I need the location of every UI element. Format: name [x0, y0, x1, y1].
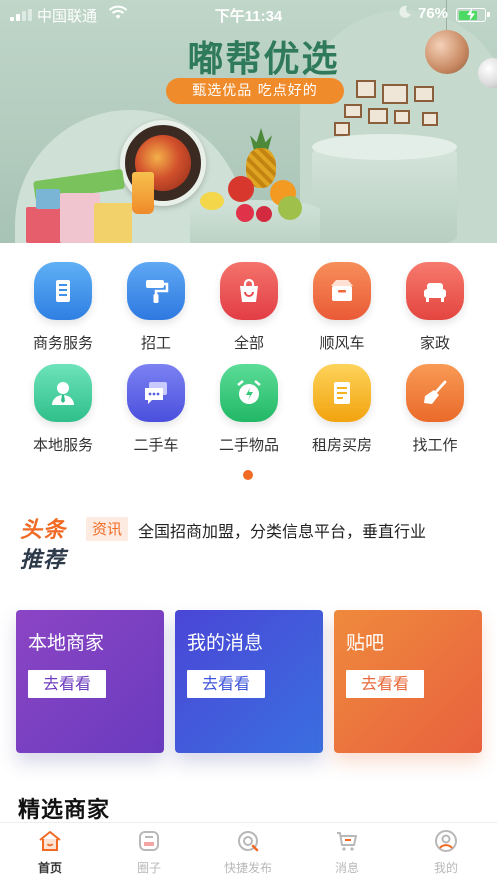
category-label: 二手车: [133, 436, 179, 454]
category-label: 全部: [233, 334, 264, 352]
quick-publish-icon: [238, 831, 259, 852]
category-housekeeping[interactable]: 家政: [389, 262, 479, 354]
tab-label: 首页: [37, 861, 62, 875]
category-label: 找工作: [412, 436, 458, 454]
bottom-tab-bar: 首页 圈子 快捷发布 消息 我的: [0, 822, 497, 883]
moon-icon: [399, 5, 411, 18]
card-title: 贴吧: [346, 632, 385, 654]
headline-logo-top: 头条: [20, 518, 67, 543]
banner-subtitle: 甄选优品 吃点好的: [166, 78, 344, 104]
category-label: 本地服务: [32, 436, 93, 454]
box-icon: [313, 262, 371, 320]
charging-bolt-icon: [467, 8, 475, 21]
kiwi-icon: [278, 196, 302, 220]
category-grid: 商务服务 招工 全部 顺风车 家政 本地服务 二手车 二手物品 租房买房 找工作: [0, 258, 497, 458]
shopping-bag-icon: [220, 262, 278, 320]
category-used-goods[interactable]: 二手物品: [203, 364, 293, 456]
tab-messages[interactable]: 消息: [307, 829, 387, 881]
card-title: 我的消息: [187, 632, 264, 654]
tab-quick-publish[interactable]: 快捷发布: [208, 829, 288, 881]
user-icon: [435, 830, 457, 852]
go-see-button[interactable]: 去看看: [28, 670, 106, 698]
category-hire-workers[interactable]: 招工: [110, 262, 200, 354]
battery-percent: 76%: [418, 5, 449, 22]
forum-card[interactable]: 贴吧 去看看: [334, 610, 482, 753]
category-all[interactable]: 全部: [203, 262, 293, 354]
battery-icon: [456, 8, 490, 22]
headline-text[interactable]: 全国招商加盟，分类信息平台，垂直行业: [138, 518, 426, 542]
building-icon: [34, 262, 92, 320]
go-see-button[interactable]: 去看看: [346, 670, 424, 698]
person-icon: [34, 364, 92, 422]
paint-roller-icon: [127, 262, 185, 320]
tab-label: 圈子: [136, 861, 161, 875]
sofa-icon: [406, 262, 464, 320]
strawberry-icon: [256, 206, 272, 222]
tab-label: 我的: [433, 861, 458, 875]
tab-label: 消息: [334, 861, 359, 875]
section-title: 精选商家: [18, 798, 111, 823]
strawberry-icon: [236, 204, 254, 222]
alarm-clock-icon: [220, 364, 278, 422]
category-label: 招工: [140, 334, 171, 352]
display-pedestal-top: [312, 134, 457, 160]
document-icon: [313, 364, 371, 422]
category-used-cars[interactable]: 二手车: [110, 364, 200, 456]
category-rent-buy-house[interactable]: 租房买房: [296, 364, 386, 456]
apple-icon: [228, 176, 254, 202]
tab-label: 快捷发布: [223, 861, 272, 875]
category-business-services[interactable]: 商务服务: [17, 262, 107, 354]
category-label: 顺风车: [319, 334, 365, 352]
go-see-button[interactable]: 去看看: [187, 670, 265, 698]
photo-frames-decoration: [330, 80, 440, 140]
status-bar: 中国联通 下午11:34 76%: [0, 0, 497, 28]
card-title: 本地商家: [28, 632, 105, 654]
banner-title: 嘟帮优选: [187, 39, 340, 80]
chat-bubble-icon: [127, 364, 185, 422]
tab-profile[interactable]: 我的: [406, 829, 486, 881]
category-label: 家政: [419, 334, 450, 352]
tab-home[interactable]: 首页: [10, 829, 90, 881]
gift-boxes-decoration: [26, 185, 136, 243]
category-label: 租房买房: [311, 436, 372, 454]
home-icon: [39, 831, 61, 851]
headline-news[interactable]: 头条 推荐 资讯 全国招商加盟，分类信息平台，垂直行业: [20, 512, 490, 573]
circle-face-icon: [139, 831, 159, 851]
category-find-job[interactable]: 找工作: [389, 364, 479, 456]
category-ride-share[interactable]: 顺风车: [296, 262, 386, 354]
headline-logo-bottom: 推荐: [20, 548, 67, 573]
local-merchants-card[interactable]: 本地商家 去看看: [16, 610, 164, 753]
broom-icon: [406, 364, 464, 422]
promo-banner[interactable]: 嘟帮优选 甄选优品 吃点好的: [0, 0, 497, 243]
page-indicator-dot: [243, 470, 253, 480]
my-messages-card[interactable]: 我的消息 去看看: [175, 610, 323, 753]
cart-icon: [337, 832, 357, 851]
lemon-icon: [200, 192, 224, 210]
news-tag-badge: 资讯: [86, 517, 129, 541]
category-label: 商务服务: [32, 334, 93, 352]
category-local-services[interactable]: 本地服务: [17, 364, 107, 456]
category-label: 二手物品: [218, 436, 279, 454]
tab-circle[interactable]: 圈子: [109, 829, 189, 881]
